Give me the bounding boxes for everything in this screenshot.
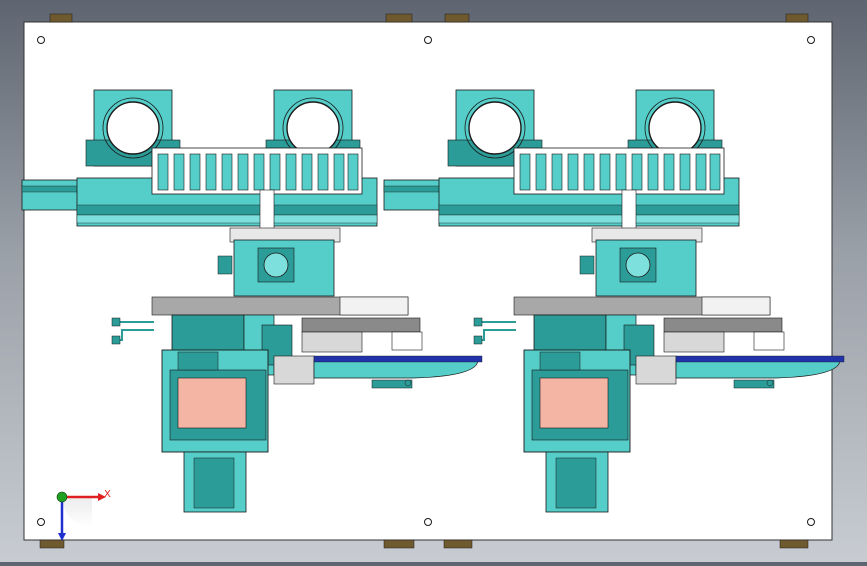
bolt-hole — [37, 36, 45, 44]
bolt-hole — [424, 518, 432, 526]
bolt-hole — [807, 36, 815, 44]
y-axis-dot — [56, 491, 68, 503]
bolt-hole — [37, 518, 45, 526]
bolt-hole — [807, 518, 815, 526]
bolt-hole — [424, 36, 432, 44]
x-axis-label: X — [104, 489, 111, 500]
cad-model-drawing[interactable]: X — [0, 0, 867, 562]
cad-viewport[interactable]: X — [0, 0, 867, 562]
